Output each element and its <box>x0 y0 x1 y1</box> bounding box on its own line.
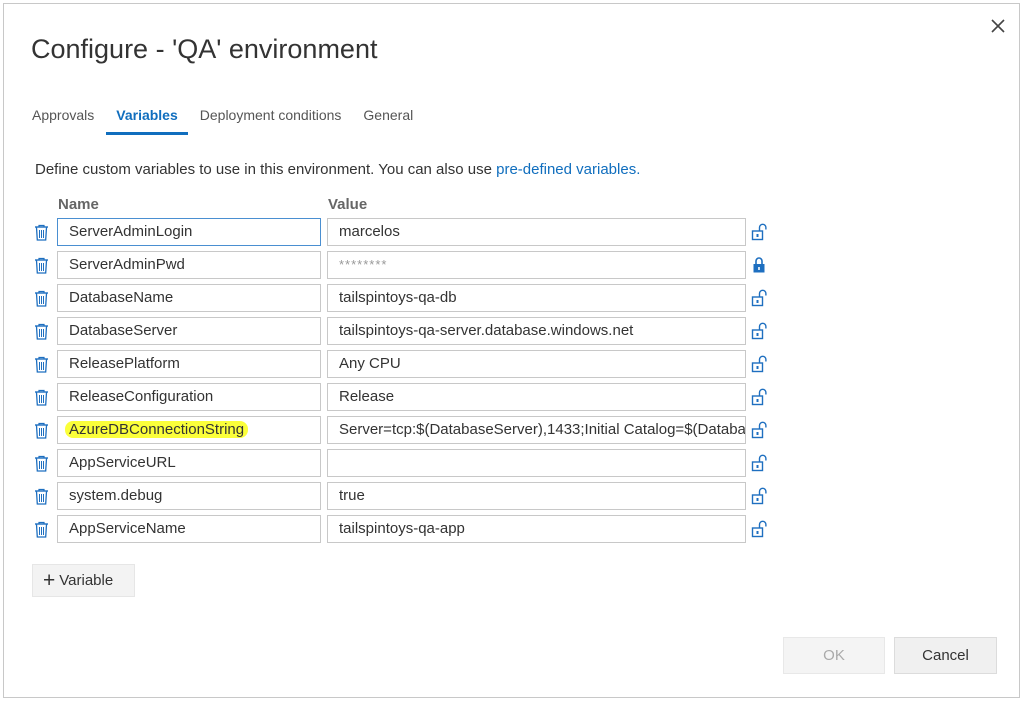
name-column-header: Name <box>58 196 99 213</box>
trash-icon[interactable] <box>34 488 49 505</box>
variable-name-text: ServerAdminLogin <box>69 223 193 240</box>
configure-dialog: Configure - 'QA' environment Approvals V… <box>3 3 1020 698</box>
variable-value-input[interactable]: tailspintoys-qa-app <box>327 515 746 543</box>
trash-icon[interactable] <box>34 455 49 472</box>
tab-variables[interactable]: Variables <box>106 107 188 135</box>
value-column-header: Value <box>328 196 368 213</box>
variable-name-text: AppServiceName <box>69 520 186 537</box>
add-variable-label: Variable <box>59 572 114 589</box>
trash-icon[interactable] <box>34 290 49 307</box>
unlock-icon[interactable] <box>751 322 768 340</box>
plus-icon: + <box>43 568 56 592</box>
variable-name-text: AzureDBConnectionString <box>65 421 249 438</box>
trash-icon[interactable] <box>34 323 49 340</box>
variable-row: ServerAdminLogin marcelos <box>4 218 804 246</box>
variable-row: DatabaseName tailspintoys-qa-db <box>4 284 804 312</box>
variable-value-input[interactable]: Server=tcp:$(DatabaseServer),1433;Initia… <box>327 416 746 444</box>
variable-value-input[interactable]: ******** <box>327 251 746 279</box>
variable-value-input[interactable]: Release <box>327 383 746 411</box>
variable-name-text: DatabaseName <box>69 289 174 306</box>
trash-icon[interactable] <box>34 257 49 274</box>
variable-row: AzureDBConnectionString Server=tcp:$(Data… <box>4 416 804 444</box>
unlock-icon[interactable] <box>751 289 768 307</box>
variable-name-input[interactable]: ServerAdminPwd <box>57 251 321 279</box>
trash-icon[interactable] <box>34 422 49 439</box>
variable-row: ReleasePlatform Any CPU <box>4 350 804 378</box>
variable-name-text: ReleaseConfiguration <box>69 388 214 405</box>
variable-name-text: ReleasePlatform <box>69 355 180 372</box>
unlock-icon[interactable] <box>751 388 768 406</box>
unlock-icon[interactable] <box>751 223 768 241</box>
ok-button[interactable]: OK <box>783 637 885 674</box>
variable-name-text: ServerAdminPwd <box>69 256 185 273</box>
close-icon[interactable] <box>988 16 1008 36</box>
tab-deployment-conditions[interactable]: Deployment conditions <box>200 107 342 135</box>
trash-icon[interactable] <box>34 356 49 373</box>
tab-approvals[interactable]: Approvals <box>32 107 94 135</box>
variable-name-input[interactable]: AppServiceURL <box>57 449 321 477</box>
tab-bar: Approvals Variables Deployment condition… <box>32 107 435 135</box>
variable-name-input[interactable]: ServerAdminLogin <box>57 218 321 246</box>
description-text: Define custom variables to use in this e… <box>35 161 497 178</box>
unlock-icon[interactable] <box>751 487 768 505</box>
variable-row: AppServiceName tailspintoys-qa-app <box>4 515 804 543</box>
trash-icon[interactable] <box>34 521 49 538</box>
variable-value-input[interactable]: tailspintoys-qa-server.database.windows.… <box>327 317 746 345</box>
variable-name-input[interactable]: AppServiceName <box>57 515 321 543</box>
variables-description: Define custom variables to use in this e… <box>35 161 640 178</box>
variable-name-input[interactable]: DatabaseName <box>57 284 321 312</box>
unlock-icon[interactable] <box>751 421 768 439</box>
variable-name-input[interactable]: ReleaseConfiguration <box>57 383 321 411</box>
unlock-icon[interactable] <box>751 520 768 538</box>
variable-name-text: system.debug <box>69 487 163 504</box>
variable-row: DatabaseServer tailspintoys-qa-server.dat… <box>4 317 804 345</box>
unlock-icon[interactable] <box>751 454 768 472</box>
tab-general[interactable]: General <box>363 107 413 135</box>
variable-name-input[interactable]: AzureDBConnectionString <box>57 416 321 444</box>
dialog-title: Configure - 'QA' environment <box>31 34 378 64</box>
variable-value-input[interactable]: Any CPU <box>327 350 746 378</box>
variable-name-input[interactable]: DatabaseServer <box>57 317 321 345</box>
variable-name-text: AppServiceURL <box>69 454 176 471</box>
add-variable-button[interactable]: + Variable <box>32 564 135 597</box>
variable-name-input[interactable]: system.debug <box>57 482 321 510</box>
variable-row: AppServiceURL <box>4 449 804 477</box>
variable-row: ReleaseConfiguration Release <box>4 383 804 411</box>
predefined-variables-link[interactable]: pre-defined variables. <box>496 161 640 178</box>
cancel-button[interactable]: Cancel <box>894 637 997 674</box>
variable-value-input[interactable] <box>327 449 746 477</box>
variable-value-input[interactable]: tailspintoys-qa-db <box>327 284 746 312</box>
variable-row: ServerAdminPwd ******** <box>4 251 804 279</box>
trash-icon[interactable] <box>34 224 49 241</box>
lock-icon[interactable] <box>751 256 768 274</box>
variable-name-input[interactable]: ReleasePlatform <box>57 350 321 378</box>
variable-row: system.debug true <box>4 482 804 510</box>
variable-name-text: DatabaseServer <box>69 322 178 339</box>
variable-value-input[interactable]: true <box>327 482 746 510</box>
trash-icon[interactable] <box>34 389 49 406</box>
variable-value-input[interactable]: marcelos <box>327 218 746 246</box>
unlock-icon[interactable] <box>751 355 768 373</box>
